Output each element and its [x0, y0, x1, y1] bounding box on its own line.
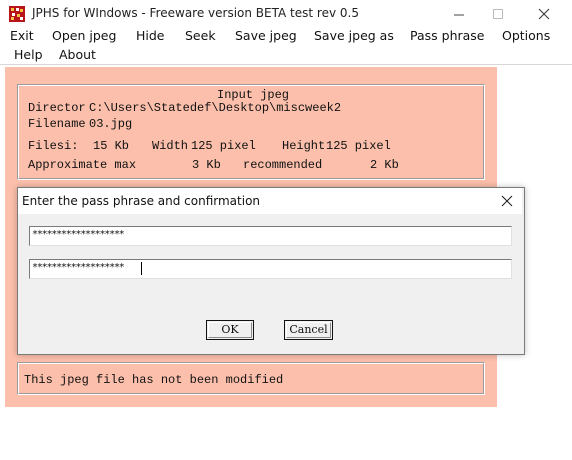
- width-label: Width: [152, 139, 189, 153]
- cancel-button-label: Cancel: [289, 323, 328, 336]
- filesize-value: 15 Kb: [93, 139, 130, 153]
- menu-open-jpeg[interactable]: Open jpeg: [52, 28, 116, 43]
- dialog-close-button[interactable]: [497, 191, 517, 211]
- status-message: This jpeg file has not been modified: [24, 373, 284, 387]
- menu-save-jpeg[interactable]: Save jpeg: [235, 28, 297, 43]
- pass-phrase-input[interactable]: *******************: [29, 226, 512, 246]
- app-icon[interactable]: [9, 6, 25, 22]
- window-title: JPHS for WIndows - Freeware version BETA…: [32, 6, 359, 20]
- pass-phrase-value: *******************: [32, 229, 125, 240]
- filename-value: 03.jpg: [89, 117, 133, 131]
- recommended-label: recommended: [243, 158, 323, 172]
- dialog-title: Enter the pass phrase and confirmation: [22, 194, 261, 208]
- directory-value: C:\Users\Statedef\Desktop\miscweek2: [89, 101, 342, 115]
- maximize-button[interactable]: [476, 0, 521, 27]
- maximize-icon: [493, 9, 503, 19]
- height-value: 125 pixel: [326, 139, 391, 153]
- recommended-value: 2 Kb: [370, 158, 399, 172]
- filesize-label: Filesi:: [28, 139, 79, 153]
- pass-phrase-confirm-value: *******************: [32, 262, 125, 273]
- close-button[interactable]: [522, 0, 567, 27]
- filename-label: Filename: [28, 117, 86, 131]
- menu-options[interactable]: Options: [502, 28, 550, 43]
- minimize-icon: [454, 14, 464, 16]
- menu-pass-phrase[interactable]: Pass phrase: [410, 28, 485, 43]
- menu-seek[interactable]: Seek: [185, 28, 216, 43]
- approx-max-value: 3 Kb: [192, 158, 221, 172]
- menu-bar: Exit Open jpeg Hide Seek Save jpeg Save …: [0, 27, 572, 65]
- close-icon: [501, 195, 513, 207]
- close-icon: [538, 8, 550, 20]
- approx-max-label: Approximate max: [28, 158, 137, 172]
- ok-button[interactable]: OK: [206, 320, 254, 340]
- cancel-button[interactable]: Cancel: [284, 320, 333, 340]
- menu-exit[interactable]: Exit: [10, 28, 34, 43]
- menu-help[interactable]: Help: [14, 47, 43, 62]
- menu-about[interactable]: About: [59, 47, 96, 62]
- pass-phrase-confirm-input[interactable]: *******************: [29, 259, 512, 279]
- text-caret: [141, 262, 142, 275]
- right-margin: [556, 65, 572, 460]
- menu-save-jpeg-as[interactable]: Save jpeg as: [314, 28, 394, 43]
- ok-button-label: OK: [221, 323, 239, 336]
- directory-label: Director: [28, 101, 86, 115]
- height-label: Height: [282, 139, 326, 153]
- input-jpeg-heading: Input jpeg: [217, 88, 290, 102]
- menu-hide[interactable]: Hide: [136, 28, 165, 43]
- width-value: 125 pixel: [191, 139, 256, 153]
